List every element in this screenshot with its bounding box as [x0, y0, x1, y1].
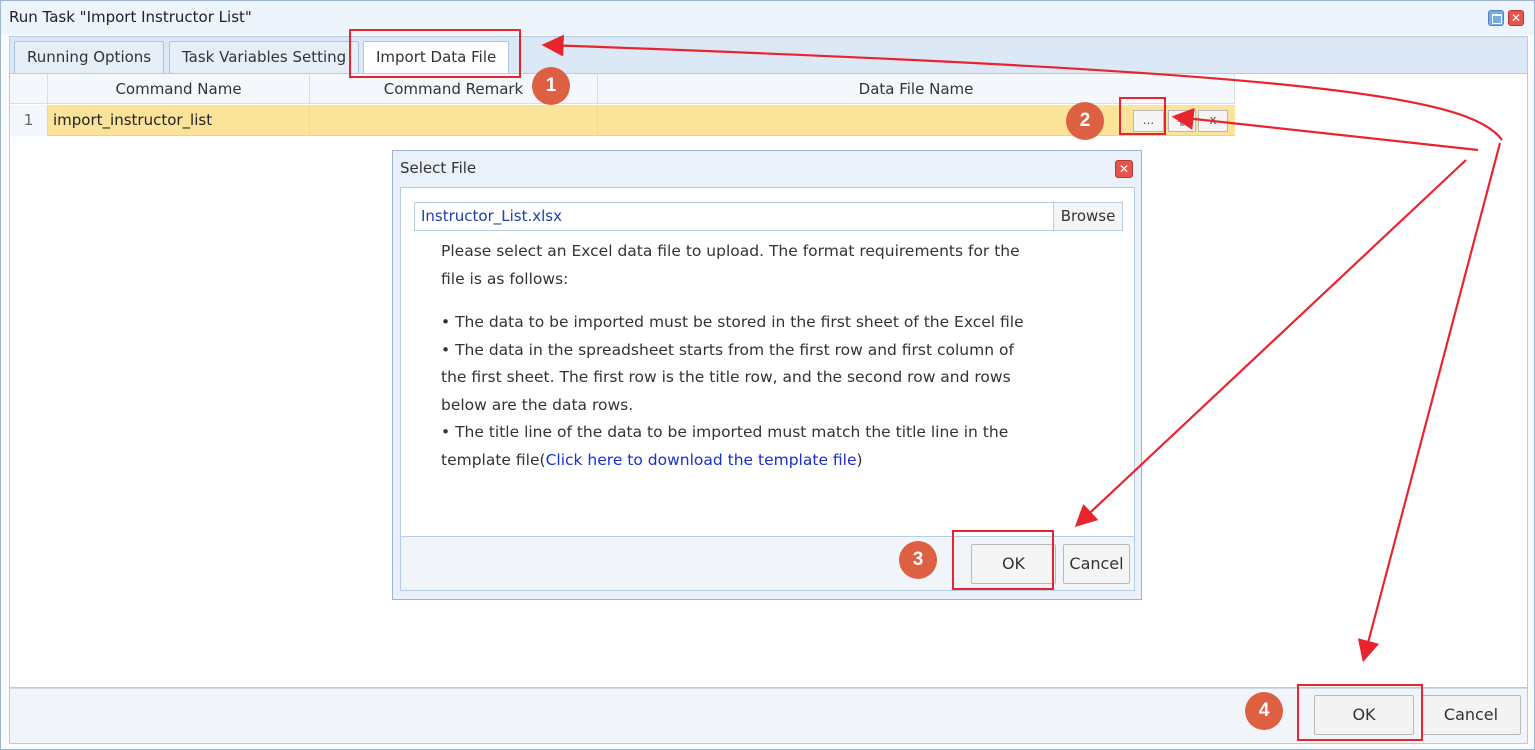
cancel-button[interactable]: Cancel	[1421, 695, 1521, 735]
rownum-header	[10, 74, 48, 104]
close-icon[interactable]: ✕	[1508, 10, 1524, 26]
window-title: Run Task "Import Instructor List"	[9, 8, 252, 26]
highlight-box-select-button	[1119, 97, 1166, 135]
cell-command-name[interactable]: import_instructor_list	[48, 105, 310, 136]
instruction-bullet: The data to be imported must be stored i…	[441, 309, 1041, 337]
maximize-icon[interactable]	[1488, 10, 1504, 26]
dialog-cancel-button[interactable]: Cancel	[1063, 544, 1130, 584]
download-template-link[interactable]: Click here to download the template file	[546, 451, 857, 469]
instruction-bullet: The data in the spreadsheet starts from …	[441, 337, 1041, 420]
step-badge: 2	[1066, 102, 1104, 140]
browse-button[interactable]: Browse	[1053, 203, 1122, 230]
dialog-body: Instructor_List.xlsx Browse Please selec…	[400, 187, 1135, 537]
tab-strip: Running Options Task Variables Setting I…	[9, 36, 1528, 75]
highlight-box-footer-ok	[1297, 684, 1423, 741]
highlight-box-dialog-ok	[952, 530, 1054, 590]
row-number: 1	[10, 105, 48, 136]
column-header-command-name[interactable]: Command Name	[48, 74, 310, 104]
instructions-intro: Please select an Excel data file to uplo…	[441, 242, 1020, 288]
highlight-box-tab	[349, 29, 521, 78]
dialog-title: Select File	[400, 159, 477, 177]
step-badge: 3	[899, 541, 937, 579]
tab-running-options[interactable]: Running Options	[14, 41, 165, 74]
upload-instructions: Please select an Excel data file to uplo…	[441, 238, 1041, 474]
dialog-close-icon[interactable]: ✕	[1115, 160, 1133, 178]
grid-header: Command Name Command Remark Data File Na…	[10, 74, 1235, 104]
bullet-text-suffix: )	[856, 450, 863, 469]
cell-command-remark[interactable]	[310, 105, 598, 136]
download-icon[interactable]	[1168, 110, 1196, 132]
file-name-value: Instructor_List.xlsx	[421, 207, 562, 225]
step-badge: 1	[532, 67, 570, 105]
instruction-bullet: The title line of the data to be importe…	[441, 419, 1041, 474]
clear-file-button[interactable]: x	[1198, 110, 1228, 132]
tab-task-variables-setting[interactable]: Task Variables Setting	[169, 41, 360, 74]
file-input[interactable]: Instructor_List.xlsx Browse	[414, 202, 1123, 231]
window-titlebar: Run Task "Import Instructor List" ✕	[1, 1, 1534, 35]
step-badge: 4	[1245, 692, 1283, 730]
table-row[interactable]: 1 import_instructor_list ... x	[10, 105, 1235, 136]
